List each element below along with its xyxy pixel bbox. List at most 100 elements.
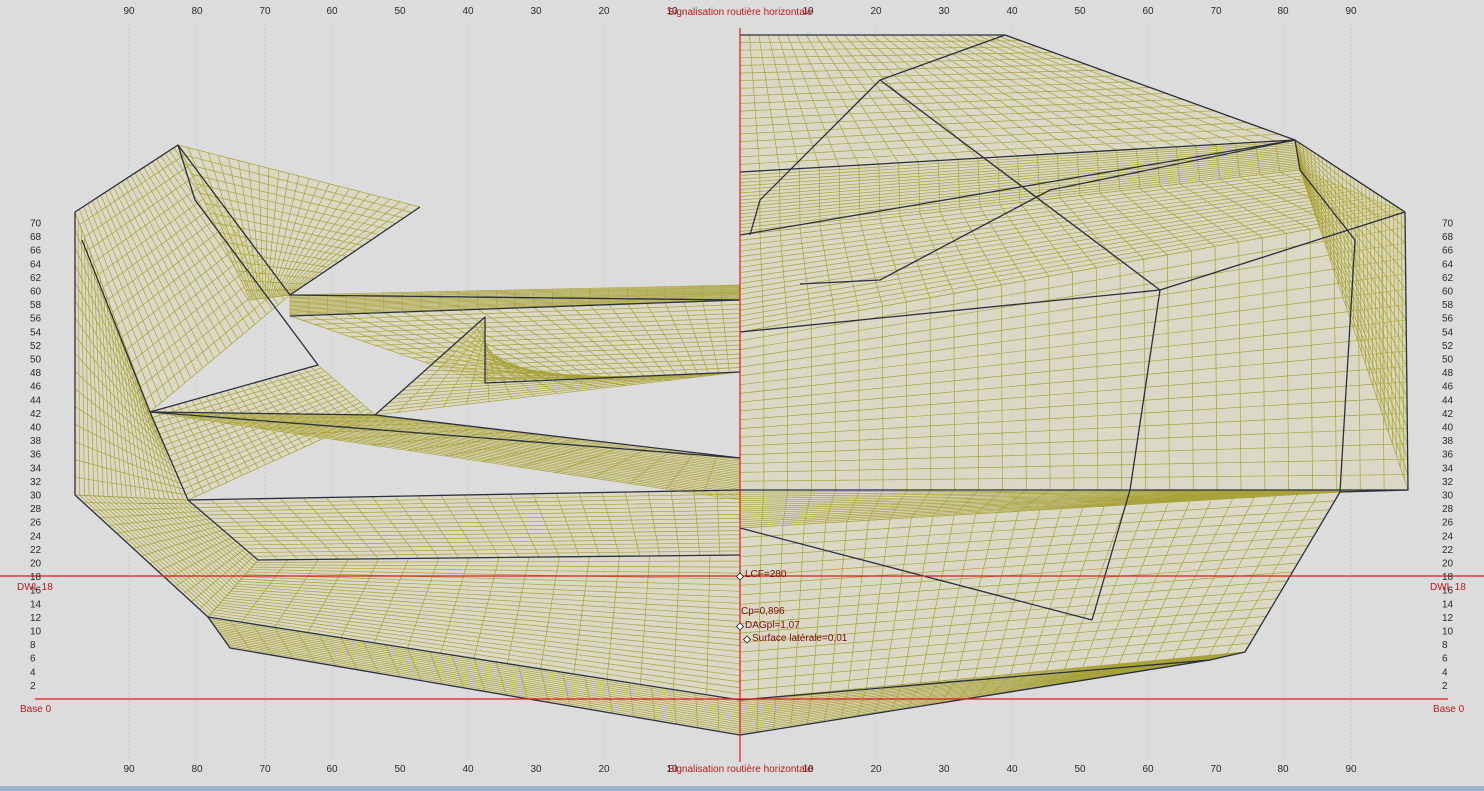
lcf-label: LCF=280 <box>745 569 787 580</box>
y-tick-label: 14 <box>30 599 42 610</box>
y-tick-label: 38 <box>1442 436 1454 447</box>
y-tick-label: 14 <box>1442 599 1454 610</box>
y-tick-label: 32 <box>30 477 42 488</box>
y-tick-label: 48 <box>1442 368 1454 379</box>
x-tick-label: 70 <box>259 764 271 775</box>
y-tick-label: 28 <box>30 504 42 515</box>
x-tick-label: 80 <box>191 6 203 17</box>
status-bar <box>0 786 1484 791</box>
x-tick-label: 30 <box>530 6 542 17</box>
centerline-title-top: Signalisation routière horizontale <box>667 7 813 18</box>
y-tick-label: 34 <box>1442 463 1454 474</box>
y-tick-label: 30 <box>30 491 42 502</box>
x-tick-label: 40 <box>462 6 474 17</box>
y-tick-label: 60 <box>30 287 42 298</box>
y-tick-label: 34 <box>30 463 42 474</box>
x-tick-label: 60 <box>1142 764 1154 775</box>
waterline-label-right: DWL 18 <box>1430 582 1466 593</box>
y-tick-label: 20 <box>1442 559 1454 570</box>
y-tick-label: 8 <box>30 640 36 651</box>
y-tick-label: 12 <box>1442 613 1454 624</box>
y-tick-label: 46 <box>1442 382 1454 393</box>
y-tick-label: 56 <box>1442 314 1454 325</box>
x-tick-label: 90 <box>1345 6 1357 17</box>
y-tick-label: 2 <box>30 681 36 692</box>
y-tick-label: 6 <box>30 654 36 665</box>
y-tick-label: 70 <box>1442 219 1454 230</box>
y-tick-label: 70 <box>30 219 42 230</box>
annotation-lcf[interactable]: LCF=280 <box>735 569 787 581</box>
y-tick-label: 36 <box>30 450 42 461</box>
x-tick-label: 50 <box>394 6 406 17</box>
x-tick-label: 40 <box>1006 6 1018 17</box>
y-tick-label: 38 <box>30 436 42 447</box>
x-tick-label: 70 <box>1210 764 1222 775</box>
cp-label: Cp=0,896 <box>741 606 785 617</box>
y-tick-label: 66 <box>1442 246 1454 257</box>
annotation-cp[interactable]: Cp=0,896 <box>741 606 785 617</box>
x-tick-label: 60 <box>326 764 338 775</box>
y-tick-label: 50 <box>30 355 42 366</box>
hull-wireframe[interactable] <box>74 34 1409 736</box>
waterline-label-left: DWL 18 <box>17 582 53 593</box>
x-tick-label: 20 <box>598 764 610 775</box>
y-tick-label: 6 <box>1442 654 1448 665</box>
x-tick-label: 30 <box>938 764 950 775</box>
x-tick-label: 60 <box>1142 6 1154 17</box>
body-plan-canvas[interactable]: 9090808070706060505040403030202010101010… <box>0 0 1484 786</box>
x-tick-label: 80 <box>1277 764 1289 775</box>
y-tick-label: 26 <box>1442 518 1454 529</box>
baseline-label-right: Base 0 <box>1433 704 1465 715</box>
y-tick-label: 68 <box>1442 232 1454 243</box>
y-tick-label: 4 <box>30 667 36 678</box>
annotation-surface[interactable]: Surface latérale=0,01 <box>742 633 848 644</box>
y-tick-label: 58 <box>1442 300 1454 311</box>
y-tick-label: 10 <box>1442 627 1454 638</box>
x-tick-label: 20 <box>870 764 882 775</box>
y-tick-label: 58 <box>30 300 42 311</box>
annotation-dag[interactable]: DAGpl=1,07 <box>735 620 800 631</box>
y-tick-label: 28 <box>1442 504 1454 515</box>
y-tick-label: 2 <box>1442 681 1448 692</box>
y-tick-label: 12 <box>30 613 42 624</box>
x-tick-label: 90 <box>1345 764 1357 775</box>
y-tick-label: 54 <box>30 327 42 338</box>
surface-label: Surface latérale=0,01 <box>752 633 848 644</box>
y-tick-label: 22 <box>1442 545 1454 556</box>
x-tick-label: 90 <box>123 764 135 775</box>
y-tick-label: 46 <box>30 382 42 393</box>
y-tick-label: 52 <box>1442 341 1454 352</box>
y-tick-label: 54 <box>1442 327 1454 338</box>
y-tick-label: 32 <box>1442 477 1454 488</box>
starboard-side-mesh <box>740 34 1409 736</box>
y-tick-label: 30 <box>1442 491 1454 502</box>
y-tick-label: 62 <box>30 273 42 284</box>
x-tick-label: 30 <box>530 764 542 775</box>
y-tick-label: 44 <box>30 395 42 406</box>
y-tick-label: 40 <box>30 423 42 434</box>
y-tick-label: 42 <box>1442 409 1454 420</box>
y-tick-label: 68 <box>30 232 42 243</box>
hull-surface-patch <box>188 490 740 560</box>
x-tick-label: 30 <box>938 6 950 17</box>
y-tick-label: 44 <box>1442 395 1454 406</box>
x-tick-label: 80 <box>191 764 203 775</box>
y-tick-label: 40 <box>1442 423 1454 434</box>
y-tick-label: 62 <box>1442 273 1454 284</box>
x-tick-label: 90 <box>123 6 135 17</box>
x-tick-label: 70 <box>1210 6 1222 17</box>
y-tick-label: 4 <box>1442 667 1448 678</box>
x-tick-label: 40 <box>462 764 474 775</box>
x-tick-label: 50 <box>394 764 406 775</box>
y-tick-label: 66 <box>30 246 42 257</box>
y-tick-label: 24 <box>30 531 42 542</box>
y-tick-label: 48 <box>30 368 42 379</box>
y-tick-label: 26 <box>30 518 42 529</box>
y-tick-label: 56 <box>30 314 42 325</box>
hull-body-plan-view[interactable]: 90 90 80 80 70 70 60 60 50 50 40 40 30 30 20 20 10 10 10 10… <box>0 0 1484 786</box>
y-tick-label: 60 <box>1442 287 1454 298</box>
x-tick-label: 40 <box>1006 764 1018 775</box>
dag-label: DAGpl=1,07 <box>745 620 800 631</box>
y-tick-label: 20 <box>30 559 42 570</box>
y-tick-label: 36 <box>1442 450 1454 461</box>
